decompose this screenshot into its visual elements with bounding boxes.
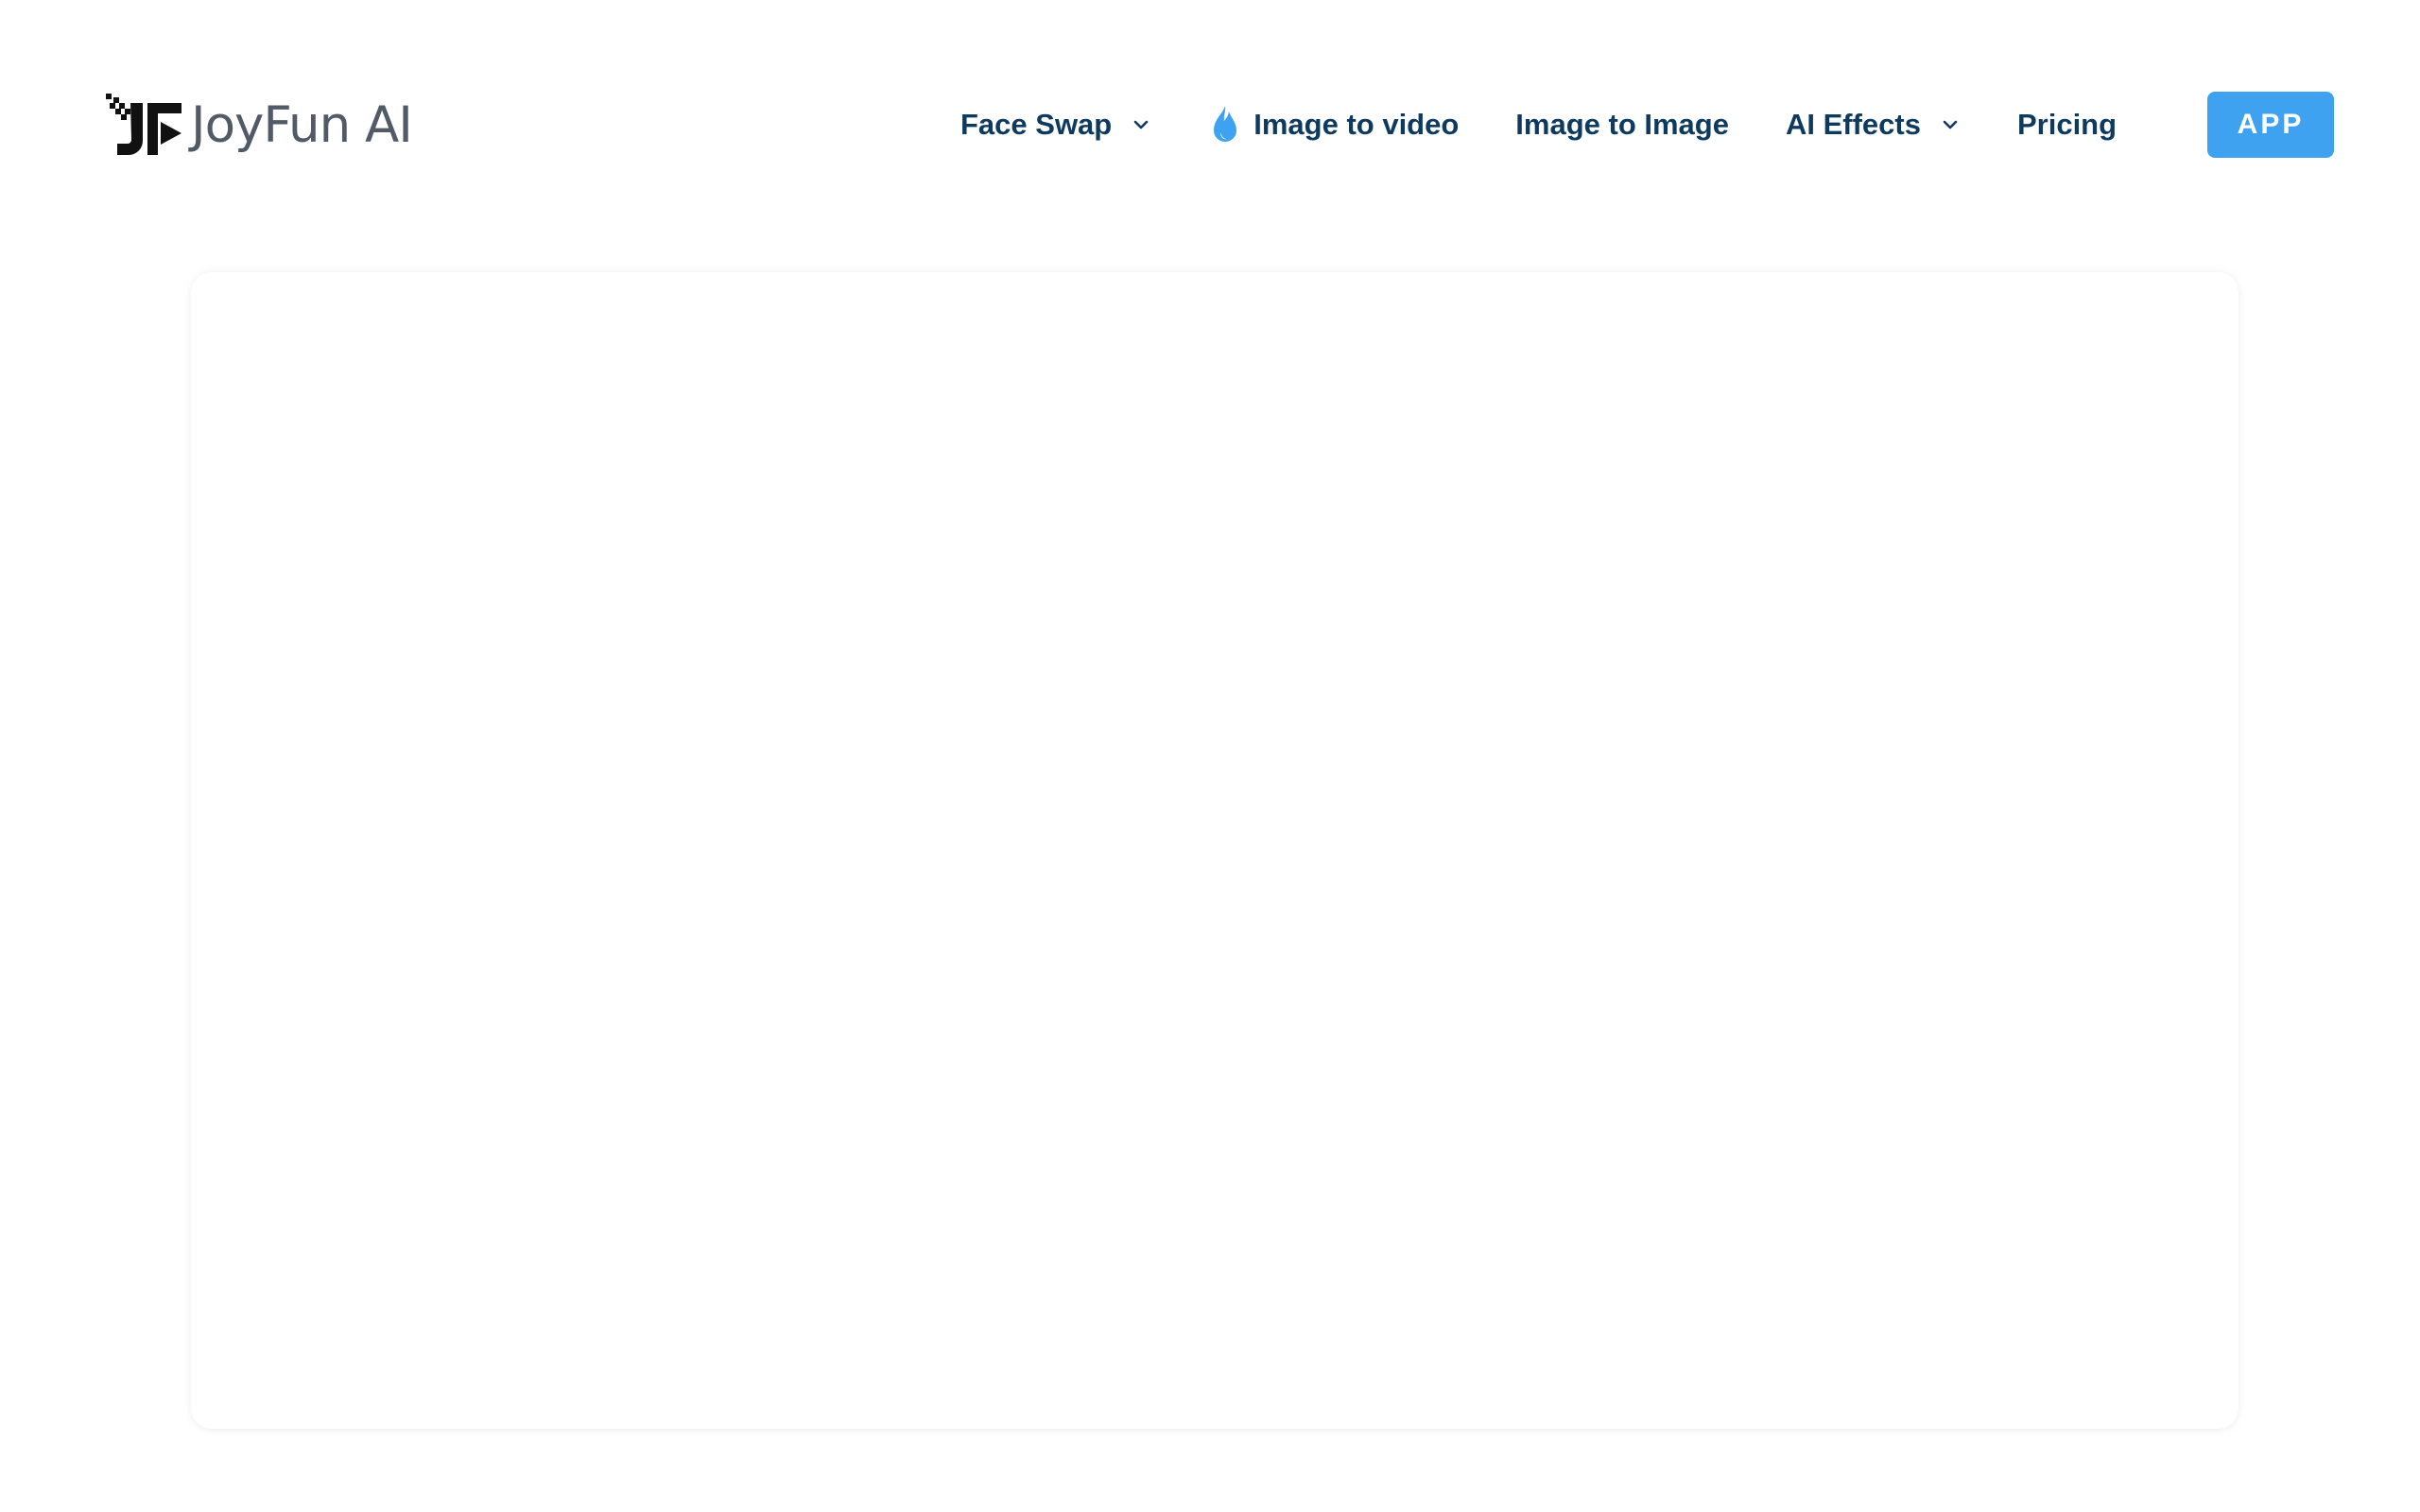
main-nav: Face Swap Image to video Image to Image … [960, 91, 2117, 159]
nav-pricing-label: Pricing [2016, 108, 2118, 141]
chevron-down-icon [1133, 120, 1149, 129]
app-button[interactable]: APP [2207, 92, 2334, 158]
nav-face-swap[interactable]: Face Swap [960, 108, 1151, 142]
site-header: JoyFun AI Face Swap Image to video Image… [0, 0, 2420, 227]
nav-face-swap-label: Face Swap [960, 108, 1113, 141]
brand-logo[interactable]: JoyFun AI [106, 91, 413, 159]
nav-image-to-video-label: Image to video [1253, 108, 1460, 141]
nav-ai-effects-label: AI Effects [1785, 108, 1921, 141]
nav-image-to-image-label: Image to Image [1515, 108, 1729, 141]
nav-ai-effects[interactable]: AI Effects [1786, 108, 1961, 142]
content-card [191, 272, 2238, 1429]
nav-image-to-video[interactable]: Image to video [1210, 104, 1459, 146]
flame-icon [1214, 106, 1237, 142]
chevron-down-icon [1943, 120, 1958, 129]
nav-pricing[interactable]: Pricing [2017, 108, 2117, 142]
nav-image-to-image[interactable]: Image to Image [1515, 108, 1729, 142]
brand-name: JoyFun AI [191, 95, 413, 154]
jf-play-logo-icon [106, 94, 182, 155]
